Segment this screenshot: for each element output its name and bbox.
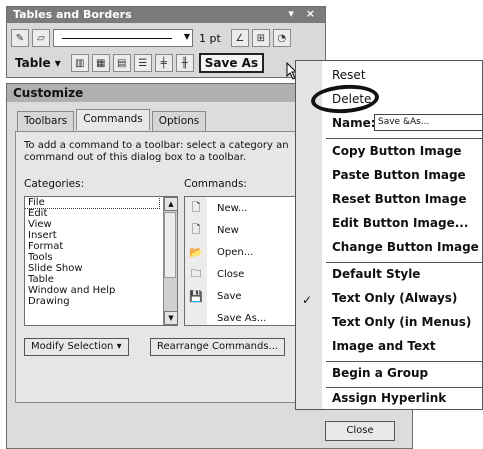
modify-selection-label: Modify Selection [31,341,114,352]
distribute-columns-icon[interactable]: ╫ [175,54,194,72]
list-item[interactable]: 📂 Open... [185,241,303,263]
menu-item-reset-button-image[interactable]: Reset Button Image [332,192,467,206]
list-item[interactable]: Edit [25,208,177,219]
list-item[interactable]: View [25,219,177,230]
shading-color-icon[interactable]: ◔ [272,29,291,47]
close-button[interactable]: Close [325,421,395,441]
menu-separator [326,387,482,388]
commands-panel: To add a command to a toolbar: select a … [15,131,304,403]
border-color-icon[interactable]: ∠ [230,29,249,47]
list-item[interactable]: File [25,197,160,209]
list-item[interactable]: Insert [25,230,177,241]
list-item[interactable]: 🗀 Close [185,263,303,285]
menu-item-paste-button-image[interactable]: Paste Button Image [332,168,466,182]
list-item[interactable]: Window and Help [25,285,177,296]
save-disk-icon: 💾 [189,289,203,303]
categories-scrollbar[interactable]: ▲ ▼ [163,197,177,325]
line-weight-dropdown[interactable]: 1 pt [199,32,221,45]
eraser-icon[interactable]: ▱ [32,29,50,47]
categories-list[interactable]: File Edit View Insert Format Tools Slide… [24,196,178,326]
command-label: New... [217,202,248,214]
name-field[interactable]: Save &As... [374,114,482,131]
list-item[interactable]: Slide Show [25,263,177,274]
command-label: New [217,224,239,236]
command-label: Close [217,268,245,280]
menu-item-change-button-image[interactable]: Change Button Image [332,240,479,254]
menu-separator [326,262,482,263]
chevron-down-icon: ▼ [183,32,190,41]
menu-gutter [296,61,322,409]
list-item[interactable]: Format [25,241,177,252]
new-document-icon: 🗋 [191,222,201,236]
save-as-button[interactable]: Save As [198,53,265,73]
tables-and-borders-toolbar: Tables and Borders ▾ × ✎ ▱ ▼ 1 pt ∠ ⊞ ◔ … [6,6,326,78]
new-document-icon: 🗋 [191,200,201,214]
list-item[interactable]: Tools [25,252,177,263]
checkmark-icon: ✓ [302,293,313,307]
instructions-text: To add a command to a toolbar: select a … [24,140,289,163]
menu-item-begin-group[interactable]: Begin a Group [332,366,428,380]
line-style-dropdown[interactable]: ▼ [53,29,193,47]
menu-separator [326,361,482,362]
menu-item-copy-button-image[interactable]: Copy Button Image [332,144,462,158]
toolbar-title: Tables and Borders [13,8,132,21]
align-center-icon[interactable]: ☰ [133,54,152,72]
button-context-menu: Reset Delete Name: Save &As... Copy Butt… [295,60,483,410]
menu-item-image-and-text[interactable]: Image and Text [332,339,436,353]
menu-separator [326,138,482,139]
close-folder-icon: 🗀 [190,266,202,280]
command-label: Save As... [217,312,267,324]
draw-table-icon[interactable]: ✎ [11,29,29,47]
tab-toolbars[interactable]: Toolbars [17,111,75,132]
borders-icon[interactable]: ⊞ [251,29,270,47]
split-cells-icon[interactable]: ▦ [91,54,110,72]
tab-options[interactable]: Options [151,111,207,132]
scroll-up-icon[interactable]: ▲ [164,197,177,211]
scroll-down-icon[interactable]: ▼ [164,311,177,325]
table-menu-button[interactable]: Table ▾ [11,55,65,71]
open-folder-icon: 📂 [189,245,203,259]
menu-item-assign-hyperlink[interactable]: Assign Hyperlink [332,391,446,405]
command-label: Open... [217,246,254,258]
commands-list[interactable]: 🗋 New... 🗋 New 📂 Open... 🗀 Close 💾 Save Save … [184,196,304,326]
distribute-rows-icon[interactable]: ╪ [154,54,173,72]
list-item[interactable]: Save As... [185,307,303,325]
name-label: Name: [332,116,376,130]
dialog-tabs: Toolbars Commands Options [17,109,208,132]
menu-item-text-only-always[interactable]: Text Only (Always) [332,291,457,305]
list-item[interactable]: Drawing [25,296,177,307]
categories-label: Categories: [24,178,85,190]
menu-item-reset[interactable]: Reset [332,68,366,82]
command-label: Save [217,290,242,302]
tab-commands[interactable]: Commands [76,109,150,130]
align-top-icon[interactable]: ▤ [112,54,131,72]
modify-selection-button[interactable]: Modify Selection ▾ [24,338,129,356]
toolbar-title-bar[interactable]: Tables and Borders ▾ × [7,7,325,23]
rearrange-commands-button[interactable]: Rearrange Commands... [150,338,286,356]
list-item[interactable]: 🗋 New [185,219,303,241]
commands-label: Commands: [184,178,247,190]
table-menu-label: Table [15,56,51,70]
menu-item-default-style[interactable]: Default Style [332,267,420,281]
list-item[interactable]: Table [25,274,177,285]
list-item[interactable]: 🗋 New... [185,197,303,219]
list-item[interactable]: 💾 Save [185,285,303,307]
scroll-thumb[interactable] [164,212,176,278]
toolbar-title-controls[interactable]: ▾ × [288,7,319,20]
menu-item-edit-button-image[interactable]: Edit Button Image... [332,216,468,230]
menu-item-text-only-menus[interactable]: Text Only (in Menus) [332,315,471,329]
merge-cells-icon[interactable]: ▥ [70,54,89,72]
